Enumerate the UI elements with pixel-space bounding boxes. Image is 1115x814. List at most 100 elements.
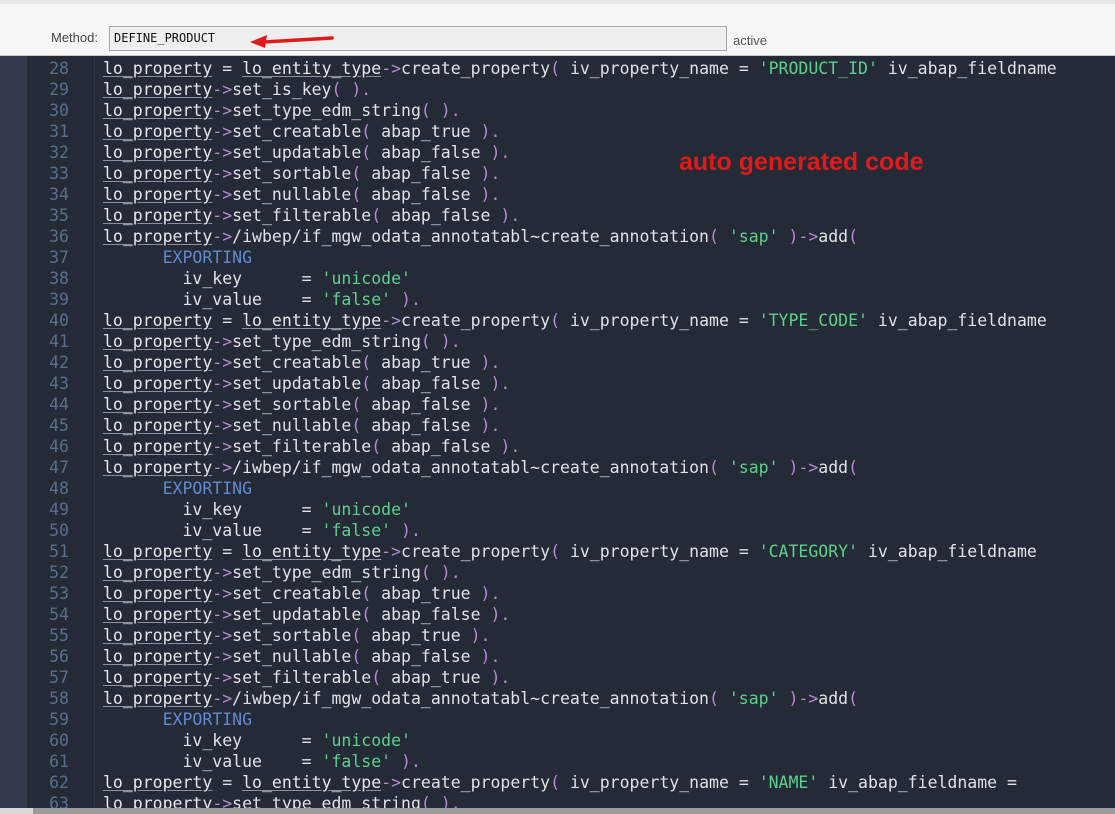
code-operator: -> [212, 605, 233, 624]
code-text: set_filterable [232, 206, 372, 225]
code-line[interactable]: 50 iv_value = 'false' ). [0, 520, 1115, 541]
horizontal-scrollbar[interactable] [0, 808, 1115, 814]
code-operator: ( [550, 773, 570, 792]
line-number: 45 [49, 416, 69, 435]
code-line[interactable]: 55 lo_property->set_sortable( abap_true )… [0, 625, 1115, 646]
code-line[interactable]: 31 lo_property->set_creatable( abap_true … [0, 121, 1115, 142]
line-number: 36 [49, 227, 69, 246]
code-operator: ). [480, 374, 511, 393]
code-line[interactable]: 52 lo_property->set_type_edm_string( ). [0, 562, 1115, 583]
code-content: lo_property->set_filterable( abap_true )… [103, 667, 510, 688]
code-text: set_filterable [232, 437, 372, 456]
code-line[interactable]: 46 lo_property->set_filterable( abap_fals… [0, 436, 1115, 457]
code-content: lo_property->set_is_key( ). [103, 79, 371, 100]
code-line[interactable]: 29 lo_property->set_is_key( ). [0, 79, 1115, 100]
code-operator: -> [381, 542, 402, 561]
code-line[interactable]: 56 lo_property->set_nullable( abap_false … [0, 646, 1115, 667]
code-line[interactable]: 59 EXPORTING [0, 709, 1115, 730]
code-operator: -> [212, 164, 233, 183]
code-operator: ). [490, 206, 521, 225]
code-operator: ). [470, 122, 501, 141]
code-line[interactable]: 61 iv_value = 'false' ). [0, 751, 1115, 772]
code-line[interactable]: 38 iv_key = 'unicode' [0, 268, 1115, 289]
code-line[interactable]: 30 lo_property->set_type_edm_string( ). [0, 100, 1115, 121]
code-line[interactable]: 62 lo_property = lo_entity_type->create_p… [0, 772, 1115, 793]
code-line[interactable]: 41 lo_property->set_type_edm_string( ). [0, 331, 1115, 352]
horizontal-scrollbar-thumb[interactable] [33, 808, 1115, 814]
code-text: create_property [401, 59, 551, 78]
code-operator: -> [212, 437, 233, 456]
code-text: abap_false [371, 164, 471, 183]
annotation-label: auto generated code [679, 148, 924, 176]
code-line[interactable]: 44 lo_property->set_sortable( abap_false … [0, 394, 1115, 415]
code-line[interactable]: 40 lo_property = lo_entity_type->create_p… [0, 310, 1115, 331]
code-text: /iwbep/if_mgw_odata_annotatabl~create_an… [232, 689, 709, 708]
code-editor[interactable]: 28 lo_property = lo_entity_type->create_p… [0, 56, 1115, 808]
code-line[interactable]: 32 lo_property->set_updatable( abap_false… [0, 142, 1115, 163]
code-line[interactable]: 47 lo_property->/iwbep/if_mgw_odata_annot… [0, 457, 1115, 478]
line-number: 44 [49, 395, 69, 414]
code-variable: lo_property [103, 59, 213, 78]
code-text: set_is_key [232, 80, 332, 99]
code-content: lo_property->/iwbep/if_mgw_odata_annotat… [103, 457, 858, 478]
code-operator: ( [550, 59, 570, 78]
code-text: abap_false [391, 206, 491, 225]
method-name-field[interactable]: DEFINE_PRODUCT [109, 26, 727, 51]
code-line[interactable]: 37 EXPORTING [0, 247, 1115, 268]
code-line[interactable]: 57 lo_property->set_filterable( abap_true… [0, 667, 1115, 688]
code-line[interactable]: 28 lo_property = lo_entity_type->create_p… [0, 58, 1115, 79]
code-variable: lo_property [103, 164, 213, 183]
code-line[interactable]: 36 lo_property->/iwbep/if_mgw_odata_annot… [0, 226, 1115, 247]
code-line[interactable]: 34 lo_property->set_nullable( abap_false … [0, 184, 1115, 205]
code-operator: -> [212, 668, 233, 687]
code-operator: ( [351, 185, 372, 204]
line-number: 35 [49, 206, 69, 225]
code-operator: -> [212, 458, 233, 477]
code-text: create_property [401, 542, 551, 561]
code-line[interactable]: 49 iv_key = 'unicode' [0, 499, 1115, 520]
code-content: iv_value = 'false' ). [103, 520, 420, 541]
code-line[interactable]: 54 lo_property->set_updatable( abap_false… [0, 604, 1115, 625]
line-number: 49 [49, 500, 69, 519]
code-line[interactable]: 42 lo_property->set_creatable( abap_true … [0, 352, 1115, 373]
code-line[interactable]: 51 lo_property = lo_entity_type->create_p… [0, 541, 1115, 562]
code-operator: ( [361, 122, 382, 141]
code-text: set_creatable [232, 122, 362, 141]
code-operator: ( [371, 206, 392, 225]
code-content: lo_property->set_type_edm_string( ). [103, 100, 461, 121]
code-line[interactable]: 48 EXPORTING [0, 478, 1115, 499]
line-number: 53 [49, 584, 69, 603]
code-operator: ( [351, 164, 372, 183]
code-text: abap_false [371, 416, 471, 435]
code-text: abap_true [381, 584, 471, 603]
code-variable: lo_property [103, 437, 213, 456]
code-line[interactable]: 39 iv_value = 'false' ). [0, 289, 1115, 310]
code-line[interactable]: 58 lo_property->/iwbep/if_mgw_odata_annot… [0, 688, 1115, 709]
code-line[interactable]: 45 lo_property->set_nullable( abap_false … [0, 415, 1115, 436]
code-content: iv_key = 'unicode' [103, 730, 410, 751]
code-operator: -> [212, 584, 233, 603]
code-content: EXPORTING [103, 709, 252, 730]
code-string: 'false' [321, 752, 392, 771]
code-content: lo_property->set_updatable( abap_false )… [103, 373, 510, 394]
code-line[interactable]: 60 iv_key = 'unicode' [0, 730, 1115, 751]
code-content: lo_property->set_nullable( abap_false ). [103, 415, 500, 436]
code-operator: -> [381, 59, 402, 78]
code-content: lo_property->set_creatable( abap_true ). [103, 583, 500, 604]
code-line[interactable]: 33 lo_property->set_sortable( abap_false … [0, 163, 1115, 184]
code-line[interactable]: 63 lo_property->set_type_edm_string( ). [0, 793, 1115, 808]
red-arrow-icon [250, 35, 334, 48]
code-operator: ). [391, 752, 421, 771]
code-line[interactable]: 53 lo_property->set_creatable( abap_true … [0, 583, 1115, 604]
code-string: 'false' [321, 290, 392, 309]
code-line[interactable]: 35 lo_property->set_filterable( abap_fals… [0, 205, 1115, 226]
code-text: = [212, 311, 243, 330]
code-variable: lo_property [103, 332, 213, 351]
code-line[interactable]: 43 lo_property->set_updatable( abap_false… [0, 373, 1115, 394]
code-text: iv_abap_fieldname = [818, 773, 1017, 792]
code-text: abap_false [371, 185, 471, 204]
line-number: 29 [49, 80, 69, 99]
code-text: /iwbep/if_mgw_odata_annotatabl~create_an… [232, 227, 709, 246]
line-number: 62 [49, 773, 69, 792]
